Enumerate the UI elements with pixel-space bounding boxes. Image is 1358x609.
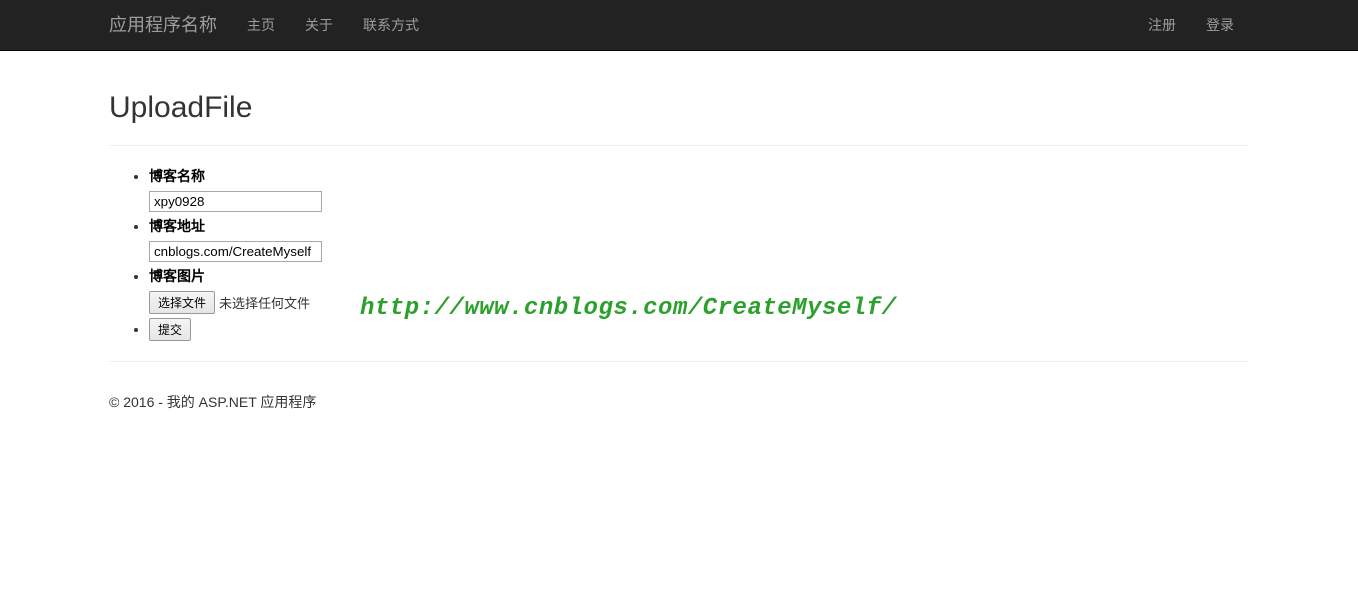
blog-url-label: 博客地址 [149, 216, 1249, 236]
nav-home[interactable]: 主页 [232, 0, 290, 50]
submit-button[interactable]: 提交 [149, 318, 191, 341]
blog-name-input[interactable] [149, 191, 322, 212]
navbar: 应用程序名称 主页 关于 联系方式 注册 登录 [0, 0, 1358, 51]
divider-bottom [109, 361, 1249, 362]
blog-name-label: 博客名称 [149, 166, 1249, 186]
blog-url-input[interactable] [149, 241, 322, 262]
form-list: 博客名称 博客地址 博客图片 选择文件 未选择任何文件 提交 [109, 166, 1249, 341]
divider-top [109, 145, 1249, 146]
footer: © 2016 - 我的 ASP.NET 应用程序 [109, 382, 1249, 432]
choose-file-button[interactable]: 选择文件 [149, 291, 215, 314]
nav-register[interactable]: 注册 [1133, 0, 1191, 50]
nav-contact[interactable]: 联系方式 [348, 0, 434, 50]
file-status-text: 未选择任何文件 [219, 293, 310, 312]
nav-login[interactable]: 登录 [1191, 0, 1249, 50]
footer-text: © 2016 - 我的 ASP.NET 应用程序 [109, 392, 1249, 412]
brand-link[interactable]: 应用程序名称 [109, 0, 232, 50]
nav-about[interactable]: 关于 [290, 0, 348, 50]
blog-image-label: 博客图片 [149, 266, 1249, 286]
page-title: UploadFile [109, 91, 1249, 125]
